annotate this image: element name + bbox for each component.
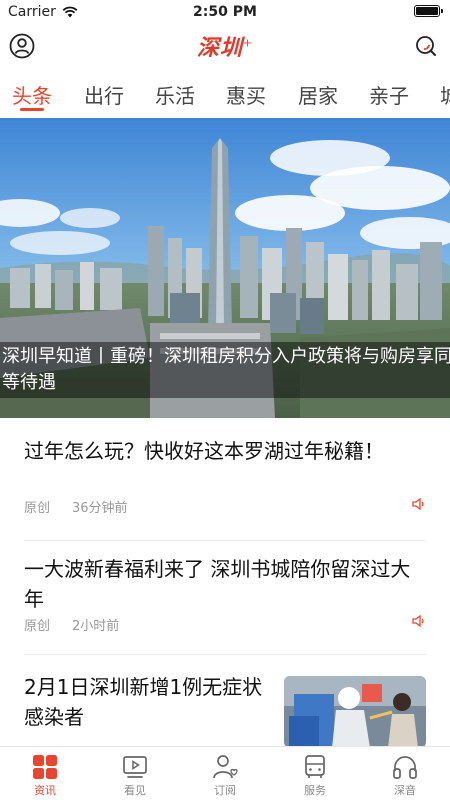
article-time: 2小时前 xyxy=(72,619,120,634)
logo-text: 深圳 xyxy=(196,35,243,61)
battery-icon xyxy=(414,5,443,17)
article-source: 原创 xyxy=(24,501,51,516)
nav-audio[interactable]: 深音 xyxy=(360,753,450,798)
divider xyxy=(24,654,426,655)
status-time: 2:50 PM xyxy=(193,4,257,20)
article-card[interactable]: 过年怎么玩？快收好这本罗湖过年秘籍！ 原创 36分钟前 xyxy=(24,436,426,516)
headphones-icon xyxy=(393,756,417,779)
tab-lifestyle[interactable]: 乐活 xyxy=(155,80,195,109)
tab-city[interactable]: 城 xyxy=(440,80,450,109)
bottom-tab-bar: 资讯 看见 订阅 服务 深音 xyxy=(0,746,450,800)
nav-label: 看见 xyxy=(124,784,146,797)
search-icon[interactable] xyxy=(414,34,438,58)
nav-label: 服务 xyxy=(304,784,326,797)
bus-icon xyxy=(305,755,325,778)
video-play-icon xyxy=(123,756,147,778)
article-thumbnail[interactable] xyxy=(284,676,426,748)
article-meta: 原创 36分钟前 xyxy=(24,497,426,516)
hero-banner[interactable]: 深圳早知道丨重磅！深圳租房积分入户政策将与购房享同等待遇 xyxy=(0,118,450,418)
article-title: 一大波新春福利来了 深圳书城陪你留深过大年 xyxy=(24,557,411,611)
nav-services[interactable]: 服务 xyxy=(270,753,360,798)
article-card[interactable]: 一大波新春福利来了 深圳书城陪你留深过大年 原创 2小时前 xyxy=(24,554,426,634)
divider xyxy=(24,540,426,541)
news-grid-icon xyxy=(33,755,57,779)
article-title: 过年怎么玩？快收好这本罗湖过年秘籍！ xyxy=(24,439,384,463)
tab-home[interactable]: 居家 xyxy=(298,80,338,109)
hero-caption: 深圳早知道丨重磅！深圳租房积分入户政策将与购房享同等待遇 xyxy=(0,342,450,398)
speaker-icon[interactable] xyxy=(412,498,426,510)
tab-shopping[interactable]: 惠买 xyxy=(226,80,266,109)
article-card[interactable]: 2月1日深圳新增1例无症状感染者 xyxy=(24,672,274,732)
thumbnail-image xyxy=(284,676,426,748)
article-meta: 原创 2小时前 xyxy=(24,615,426,634)
subscribe-user-icon xyxy=(213,755,238,779)
app-logo: 深圳+ xyxy=(0,30,450,62)
article-source: 原创 xyxy=(24,619,51,634)
nav-label: 深音 xyxy=(394,784,416,797)
article-time: 36分钟前 xyxy=(72,501,128,516)
tab-family[interactable]: 亲子 xyxy=(369,80,409,109)
nav-subscribe[interactable]: 订阅 xyxy=(180,753,270,798)
nav-label: 资讯 xyxy=(34,784,56,797)
channel-tabs: 头条 出行 乐活 惠买 居家 亲子 城 xyxy=(0,72,450,116)
tab-headlines[interactable]: 头条 xyxy=(12,80,52,109)
nav-watch[interactable]: 看见 xyxy=(90,753,180,798)
logo-plus: + xyxy=(242,36,254,50)
speaker-icon[interactable] xyxy=(412,615,426,627)
nav-label: 订阅 xyxy=(214,784,236,797)
app-header: 深圳+ xyxy=(0,24,450,70)
active-tab-indicator xyxy=(20,108,44,111)
article-title: 2月1日深圳新增1例无症状感染者 xyxy=(24,675,263,729)
tab-travel[interactable]: 出行 xyxy=(84,80,124,109)
status-bar: Carrier 2:50 PM xyxy=(0,0,450,24)
nav-news[interactable]: 资讯 xyxy=(0,753,90,798)
